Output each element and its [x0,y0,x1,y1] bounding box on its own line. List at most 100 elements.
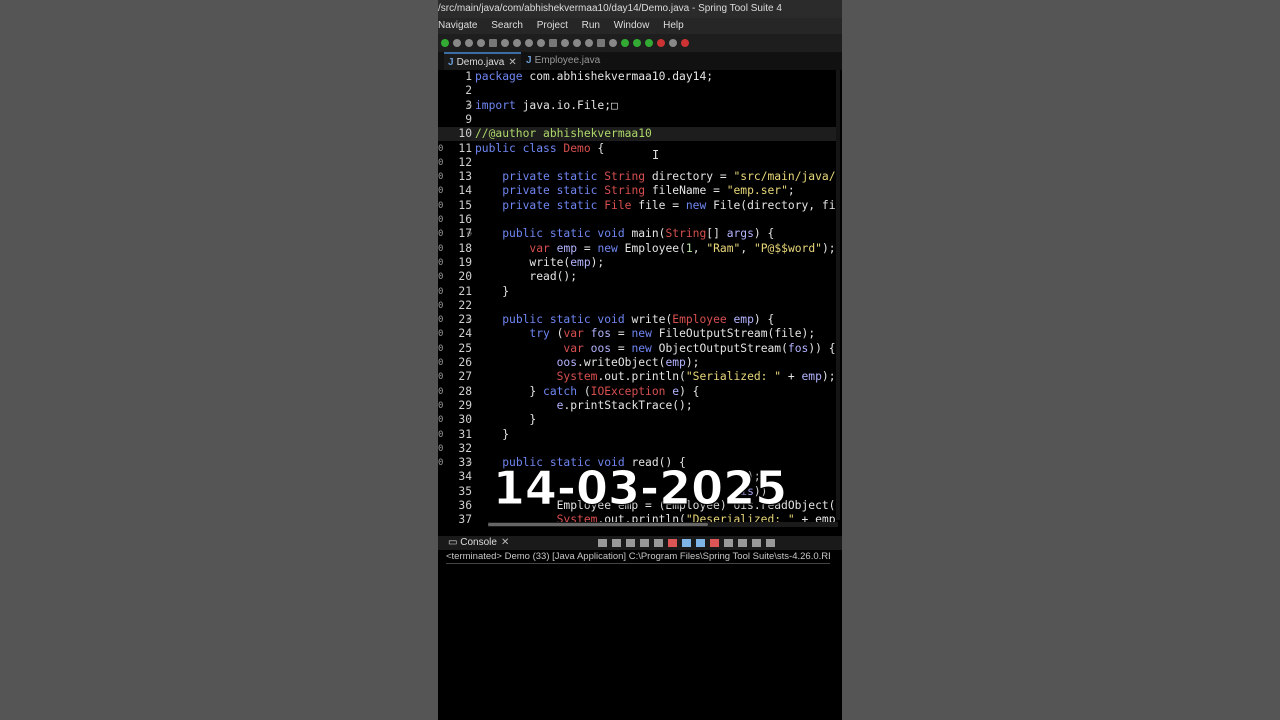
toolbar-icon[interactable] [489,39,497,47]
code-line[interactable]: 2 [438,84,838,98]
code-line[interactable]: 0 30 } [438,413,838,427]
code-line[interactable]: 0 21 } [438,285,838,299]
debug-icon[interactable] [621,39,629,47]
code-line[interactable]: 0 11 public class Demo { [438,142,838,156]
code-line[interactable]: 0 14 private static String fileName = "em… [438,184,838,198]
code-line[interactable]: 0 20 read(); [438,270,838,284]
menu-run[interactable]: Run [582,20,600,31]
console-status: <terminated> Demo (33) [Java Application… [446,551,830,564]
line-number: 28 [458,384,472,398]
code-text: var oos = new ObjectOutputStream(fos)) { [563,341,836,355]
code-line[interactable]: 0 12 [438,156,838,170]
maximize-icon[interactable] [766,539,775,547]
menu-window[interactable]: Window [614,20,650,31]
tab-label: Employee.java [534,55,601,66]
code-line[interactable]: 10//@author abhishekvermaa10 [438,127,838,142]
java-file-icon: J [448,57,454,68]
code-line[interactable]: 0 26 oos.writeObject(emp); [438,356,838,370]
fold-toggle-icon[interactable]: ⊖ [467,227,472,241]
scroll-lock-icon[interactable] [682,539,691,547]
toolbar-icon[interactable] [501,39,509,47]
toolbar-icon[interactable] [681,39,689,47]
minimize-icon[interactable] [752,539,761,547]
menu-project[interactable]: Project [537,20,568,31]
code-text: private static String directory = "src/m… [502,170,838,184]
code-text: import java.io.File;□ [475,98,618,112]
toolbar-icon[interactable] [525,39,533,47]
text-cursor-icon: I [652,148,660,162]
toolbar-icon[interactable] [549,39,557,47]
pin-icon[interactable] [710,539,719,547]
menu-help[interactable]: Help [663,20,684,31]
code-line[interactable]: 0 19 write(emp); [438,256,838,270]
code-line[interactable]: 0 32 [438,442,838,456]
code-line[interactable]: 0 29 e.printStackTrace(); [438,399,838,413]
toolbar-icon[interactable] [609,39,617,47]
code-line[interactable]: 0 24 try (var fos = new FileOutputStream(… [438,327,838,341]
line-number: 12 [458,155,472,169]
line-number: 31 [458,427,472,441]
code-line[interactable]: 0 23 ⊖ public static void write(Employee e… [438,313,838,327]
date-overlay: 14-03-2025 [492,461,788,516]
lock-icon[interactable] [668,539,677,547]
clear-console-icon[interactable] [654,539,663,547]
code-text: write(emp); [475,255,605,269]
console-toolbar [598,539,775,547]
fold-toggle-icon[interactable]: ⊖ [467,99,472,113]
toolbar-icon[interactable] [477,39,485,47]
run-app-icon[interactable] [633,39,641,47]
line-number: 9 [465,112,472,126]
toolbar-icon[interactable] [465,39,473,47]
right-letterbox [842,0,1280,720]
line-number: 10 [458,127,472,141]
code-line[interactable]: 3 ⊖ import java.io.File;□ [438,99,838,113]
code-line[interactable]: 0 15 private static File file = new File(… [438,199,838,213]
run-icon[interactable] [441,39,449,47]
code-line[interactable]: 0 31 } [438,428,838,442]
toolbar-icon[interactable] [669,39,677,47]
code-line[interactable]: 0 13 private static String directory = "s… [438,170,838,184]
toolbar-icon[interactable] [585,39,593,47]
toolbar-icon[interactable] [453,39,461,47]
close-icon[interactable]: ✕ [501,537,509,548]
line-number: 1 [465,70,472,83]
word-wrap-icon[interactable] [696,539,705,547]
scrollbar-thumb[interactable] [488,523,708,526]
code-line[interactable]: 0 18 var emp = new Employee(1, "Ram", "P@… [438,242,838,256]
code-line[interactable]: 1 package com.abhishekvermaa10.day14; [438,70,838,84]
tab-console[interactable]: ▭ Console ✕ [448,536,509,550]
code-text: oos.writeObject(emp); [556,356,700,369]
remove-launch-icon[interactable] [626,539,635,547]
menu-navigate[interactable]: Navigate [438,20,477,31]
stop-icon[interactable] [657,39,665,47]
code-line[interactable]: 0 17 ⊖ public static void main(String[] ar… [438,227,838,241]
vertical-scrollbar[interactable] [836,70,840,520]
remove-all-icon[interactable] [640,539,649,547]
refresh-icon[interactable] [598,539,607,547]
left-letterbox [0,0,438,720]
fold-toggle-icon[interactable]: ⊖ [467,313,472,327]
terminate-icon[interactable] [612,539,621,547]
code-text: read(); [475,270,578,284]
code-line[interactable]: 9 [438,113,838,127]
toolbar-icon[interactable] [561,39,569,47]
code-line[interactable]: 0 16 [438,213,838,227]
code-line[interactable]: 0 28 } catch (IOException e) { [438,385,838,399]
tab-demo-java[interactable]: J Demo.java ✕ [444,52,521,70]
console-tab-label: Console [460,537,497,548]
toolbar-icon[interactable] [597,39,605,47]
toolbar-icon[interactable] [573,39,581,47]
code-line[interactable]: 0 27 System.out.println("Serialized: " + … [438,370,838,384]
toolbar-icon[interactable] [513,39,521,47]
display-console-icon[interactable] [724,539,733,547]
horizontal-scrollbar[interactable] [488,522,838,527]
code-editor[interactable]: 1 package com.abhishekvermaa10.day14; 2 3 ⊖ i… [438,70,838,525]
menu-search[interactable]: Search [491,20,523,31]
close-icon[interactable]: ✕ [508,57,516,68]
tab-employee-java[interactable]: J Employee.java [522,52,604,70]
toolbar-icon[interactable] [537,39,545,47]
code-line[interactable]: 0 25 var oos = new ObjectOutputStream(fos… [438,342,838,356]
code-line[interactable]: 0 22 [438,299,838,313]
coverage-icon[interactable] [645,39,653,47]
open-console-icon[interactable] [738,539,747,547]
